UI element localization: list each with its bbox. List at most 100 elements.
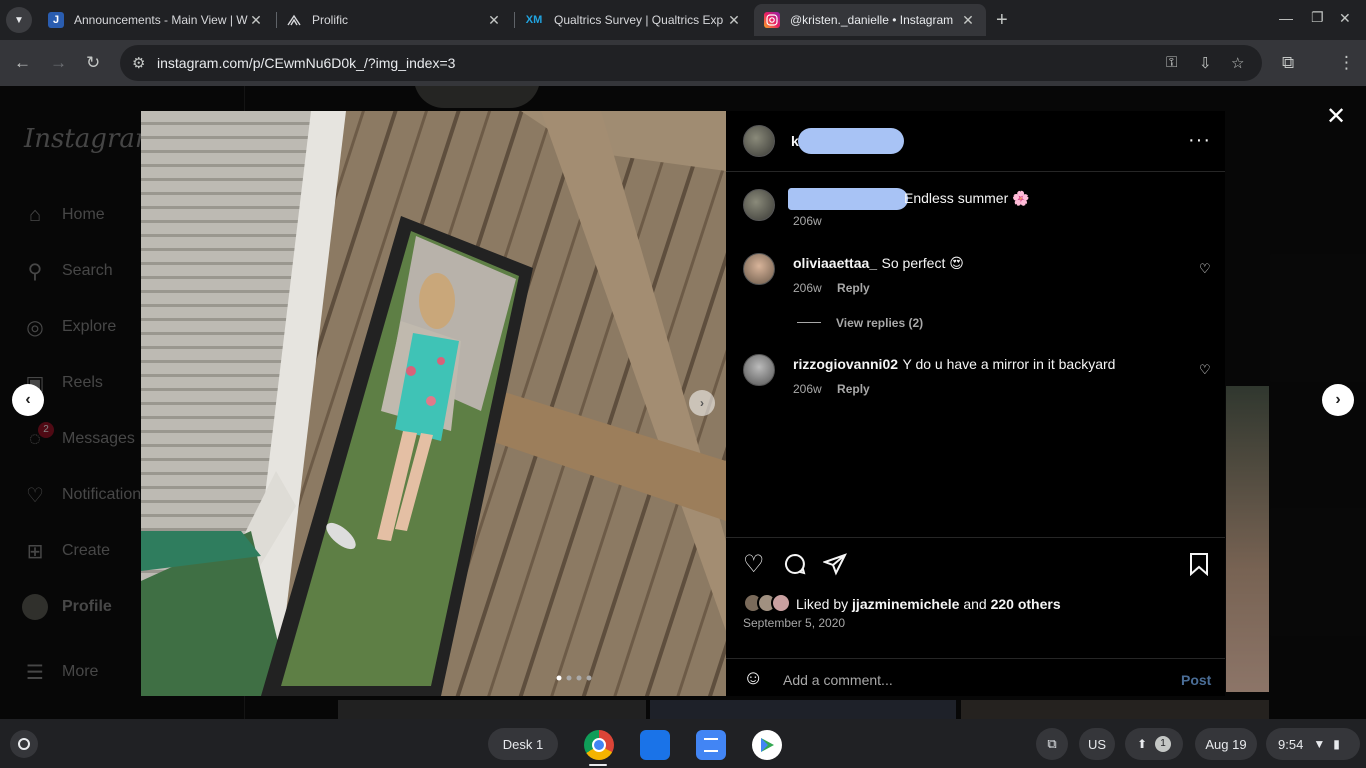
- comment-meta: 206w Reply: [793, 281, 870, 295]
- bookmark-star-icon[interactable]: ☆: [1231, 54, 1244, 72]
- comment-body: rizzogiovanni02 Y do u have a mirror in …: [793, 356, 1115, 374]
- site-settings-icon[interactable]: ⚙: [132, 54, 145, 72]
- clock-time: 9:54: [1278, 736, 1304, 752]
- tab-prolific[interactable]: Prolific ✕: [276, 4, 512, 36]
- liked-by-avatars[interactable]: [743, 593, 797, 613]
- tab-title: @kristen._danielle • Instagram: [790, 13, 954, 27]
- close-icon[interactable]: ✕: [486, 12, 502, 29]
- wifi-icon: ▼: [1313, 737, 1326, 751]
- comment-body: oliviaaettaa_ So perfect 😍: [793, 255, 964, 273]
- reload-icon[interactable]: ↻: [86, 53, 100, 73]
- avatar[interactable]: [743, 253, 775, 285]
- tab-title: Announcements - Main View | W: [74, 13, 248, 27]
- reply-button[interactable]: Reply: [837, 281, 870, 295]
- like-comment-icon[interactable]: ♡: [1199, 261, 1211, 277]
- redaction-mark: [798, 128, 904, 154]
- post-photo[interactable]: ›: [141, 111, 726, 696]
- chevron-left-icon: ‹: [25, 391, 31, 408]
- close-icon[interactable]: ✕: [726, 12, 742, 29]
- liked-by-prefix: Liked by: [796, 596, 849, 612]
- liked-by-and: and: [963, 596, 987, 612]
- prolific-icon: [286, 12, 302, 28]
- avatar[interactable]: [743, 125, 775, 157]
- post-caption: Endless summer 🌸: [904, 190, 1030, 206]
- liked-by-user[interactable]: jjazminemichele: [852, 596, 959, 612]
- extensions-icon[interactable]: ⧉: [1282, 53, 1294, 73]
- close-modal-icon[interactable]: ✕: [1326, 102, 1346, 131]
- chrome-app-icon[interactable]: [584, 730, 614, 760]
- system-shelf: Desk 1 ⧉ US ⬆ 1 Aug 19 9:54 ▼ ▮: [0, 719, 1366, 768]
- redaction-mark: [788, 188, 908, 210]
- upload-icon: ⬆: [1136, 737, 1148, 751]
- browser-toolbar: ← → ↻ ⚙ instagram.com/p/CEwmNu6D0k_/?img…: [0, 40, 1366, 86]
- tab-qualtrics[interactable]: XM Qualtrics Survey | Qualtrics Exp ✕: [514, 4, 752, 36]
- restore-icon[interactable]: ❐: [1311, 9, 1324, 26]
- tab-favicon: XM: [525, 14, 543, 26]
- post-header: k ···: [726, 111, 1225, 172]
- files-app-icon[interactable]: [640, 730, 670, 760]
- new-tab-button[interactable]: +: [996, 9, 1008, 32]
- avatar[interactable]: [743, 354, 775, 386]
- chevron-right-icon: ›: [700, 396, 704, 410]
- tab-instagram[interactable]: @kristen._danielle • Instagram ✕: [754, 4, 986, 36]
- more-options-icon[interactable]: ···: [1188, 129, 1211, 152]
- tab-title: Prolific: [312, 13, 349, 27]
- notification-tray[interactable]: ⬆ 1: [1125, 728, 1183, 760]
- comment-bubble-icon[interactable]: [783, 552, 807, 582]
- tab-search-button[interactable]: ▼: [6, 7, 32, 33]
- next-image-button[interactable]: ›: [689, 390, 715, 416]
- liked-by-others[interactable]: 220 others: [991, 596, 1061, 612]
- active-app-indicator: [589, 764, 607, 766]
- post-comment-button[interactable]: Post: [1181, 672, 1211, 688]
- save-bookmark-icon[interactable]: [1188, 552, 1210, 582]
- chrome-logo: [592, 738, 606, 752]
- comment-username[interactable]: rizzogiovanni02: [793, 356, 898, 372]
- docs-app-icon[interactable]: [696, 730, 726, 760]
- key-icon[interactable]: ⚿: [1166, 54, 1177, 71]
- tab-announcements[interactable]: J Announcements - Main View | W ✕: [38, 4, 274, 36]
- minimize-icon[interactable]: —: [1279, 10, 1293, 26]
- play-store-app-icon[interactable]: [752, 730, 782, 760]
- desk-button[interactable]: Desk 1: [488, 728, 558, 760]
- next-post-button[interactable]: ›: [1322, 384, 1354, 416]
- comment-text: So perfect 😍: [881, 255, 964, 271]
- forward-arrow-icon[interactable]: →: [50, 53, 67, 73]
- date-tray[interactable]: Aug 19: [1195, 728, 1257, 760]
- add-comment-bar: ☺ Add a comment... Post: [726, 658, 1225, 696]
- address-bar[interactable]: ⚙ instagram.com/p/CEwmNu6D0k_/?img_index…: [120, 45, 1262, 81]
- like-heart-icon[interactable]: ♡: [743, 550, 765, 579]
- ime-indicator[interactable]: US: [1079, 728, 1115, 760]
- comment-input[interactable]: Add a comment...: [783, 672, 893, 688]
- clipboard-holding-space-icon[interactable]: ⧉: [1036, 728, 1068, 760]
- post-detail-panel: k ··· Endless summer 🌸 206w oliviaaettaa…: [726, 111, 1225, 696]
- view-replies-button[interactable]: View replies (2): [836, 316, 923, 330]
- close-window-icon[interactable]: ✕: [1339, 10, 1351, 27]
- launcher-button[interactable]: [10, 730, 38, 758]
- share-send-icon[interactable]: [822, 552, 847, 582]
- launcher-icon: [18, 738, 30, 750]
- comment-text: Y do u have a mirror in it backyard: [902, 356, 1116, 372]
- chevron-right-icon: ›: [1335, 391, 1341, 408]
- comment-username[interactable]: oliviaaettaa_: [793, 255, 877, 271]
- notification-count: 1: [1155, 736, 1172, 752]
- emoji-icon[interactable]: ☺: [743, 667, 763, 690]
- caption-timestamp: 206w: [793, 214, 822, 228]
- status-tray[interactable]: 9:54 ▼ ▮: [1266, 728, 1360, 760]
- close-icon[interactable]: ✕: [248, 12, 264, 29]
- back-arrow-icon[interactable]: ←: [14, 53, 31, 73]
- install-app-icon[interactable]: ⇩: [1199, 54, 1212, 72]
- comment-timestamp: 206w: [793, 382, 822, 396]
- kebab-menu-icon[interactable]: ⋮: [1338, 53, 1355, 73]
- url-text: instagram.com/p/CEwmNu6D0k_/?img_index=3: [157, 55, 456, 71]
- post-date: September 5, 2020: [743, 616, 846, 630]
- like-comment-icon[interactable]: ♡: [1199, 362, 1211, 378]
- battery-icon: ▮: [1333, 737, 1340, 751]
- reply-button[interactable]: Reply: [837, 382, 870, 396]
- likes-summary: Liked by jjazminemichele and 220 others: [796, 596, 1061, 612]
- post-actions: ♡ Liked by jjazminemichele and 220 other…: [726, 537, 1225, 658]
- avatar[interactable]: [743, 189, 775, 221]
- previous-post-button[interactable]: ‹: [12, 384, 44, 416]
- tab-strip: ▼ J Announcements - Main View | W ✕ Prol…: [0, 0, 1366, 40]
- post-image: [141, 111, 726, 696]
- close-icon[interactable]: ✕: [960, 12, 976, 29]
